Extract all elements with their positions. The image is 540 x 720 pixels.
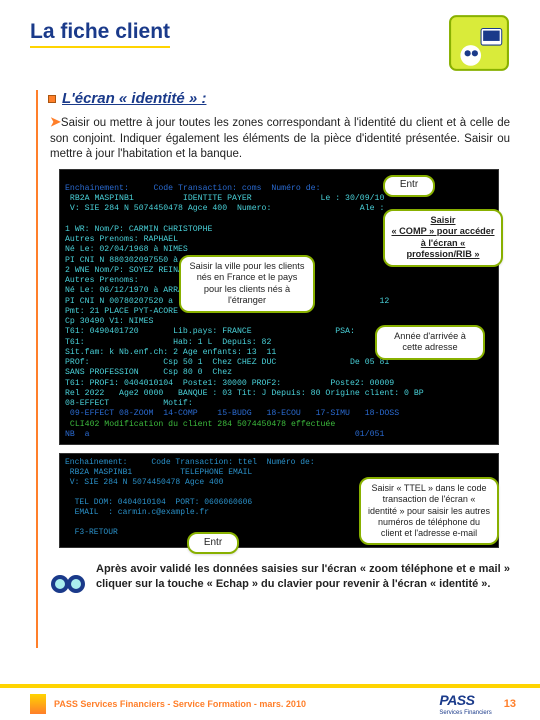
footer-swatch-icon — [30, 694, 46, 714]
callout-ville: Saisir la ville pour les clients nés en … — [179, 255, 315, 313]
callout-entr-2: Entr — [187, 532, 239, 554]
callout-annee: Année d'arrivée à cette adresse — [375, 325, 485, 360]
footer: PASS Services Financiers - Service Forma… — [0, 684, 540, 720]
terminal-identity: Enchainement: Code Transaction: coms Num… — [59, 169, 499, 446]
terminal-ttel: Enchainement: Code Transaction: ttel Num… — [59, 453, 499, 548]
callout-ttel: Saisir « TTEL » dans le code transaction… — [359, 477, 499, 545]
footer-text: PASS Services Financiers - Service Forma… — [54, 699, 306, 709]
mascot-icon — [448, 14, 510, 72]
left-rule — [36, 90, 38, 648]
bullet-icon — [48, 95, 56, 103]
page-number: 13 — [504, 698, 516, 710]
callout-entr-1: Entr — [383, 175, 435, 197]
note-text: Après avoir validé les données saisies s… — [96, 562, 510, 592]
footer-logo: PASS Services Financiers — [439, 692, 491, 716]
page-title: La fiche client — [30, 20, 170, 48]
binoculars-icon — [48, 562, 88, 602]
intro-paragraph: ➤Saisir ou mettre à jour toutes les zone… — [50, 113, 510, 163]
arrow-icon: ➤ — [50, 114, 61, 129]
section-heading: L'écran « identité » : — [62, 90, 206, 107]
callout-comp: Saisir « COMP » pour accéder à l'écran «… — [383, 209, 503, 267]
